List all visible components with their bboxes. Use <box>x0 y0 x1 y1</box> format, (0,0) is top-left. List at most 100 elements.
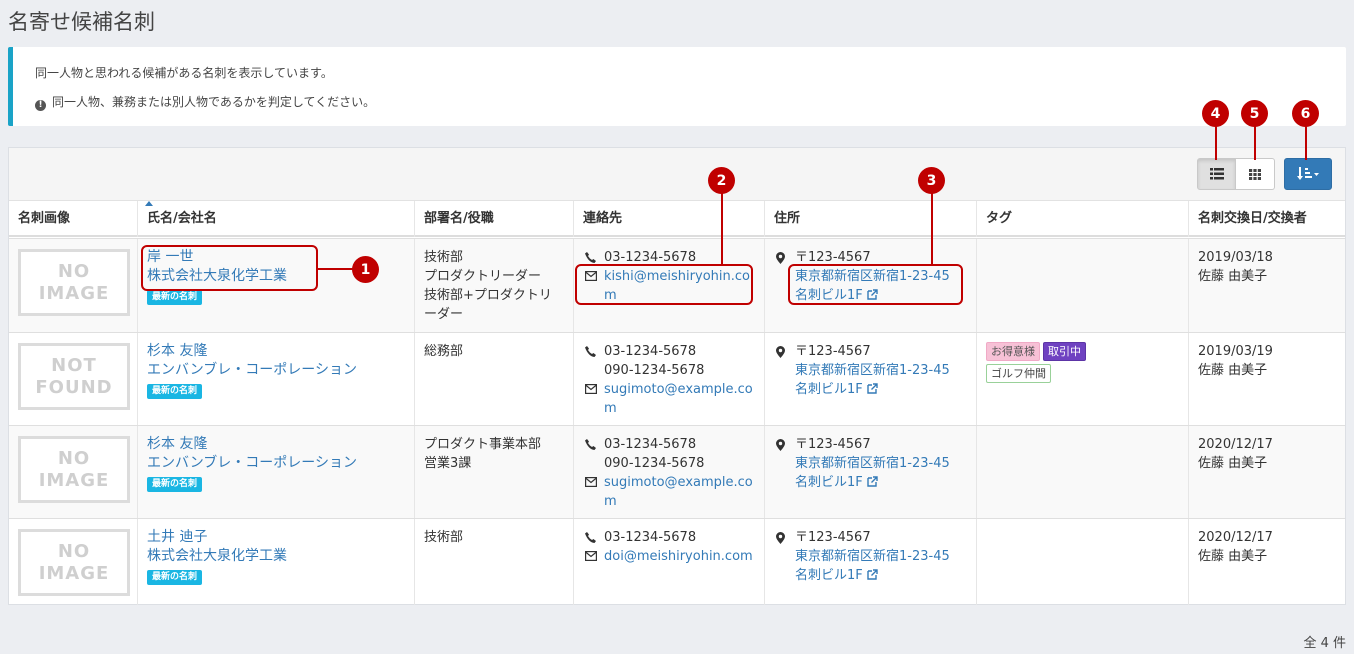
exclamation-icon: ! <box>35 100 46 111</box>
header-name[interactable]: 氏名/会社名 <box>137 201 414 237</box>
dept-line: 営業3課 <box>424 456 472 471</box>
dept-cell: 技術部 <box>414 519 573 605</box>
address-cell: 〒123-4567 東京都新宿区新宿1-23-45 名刺ビル1F <box>764 519 976 605</box>
company-name-link[interactable]: エンバンブレ・コーポレーション <box>147 454 414 473</box>
external-link-icon <box>867 383 878 394</box>
callout-connector <box>1305 124 1307 160</box>
callout-2: 2 <box>708 167 735 194</box>
total-count: 全 4 件 <box>1303 636 1346 651</box>
contact-cell: 03-1234-5678 090-1234-5678 sugimoto@examp… <box>573 426 764 518</box>
address-cell: 〒123-4567 東京都新宿区新宿1-23-45 名刺ビル1F <box>764 426 976 518</box>
tag-cell <box>976 426 1188 518</box>
address-map-link[interactable]: 東京都新宿区新宿1-23-45 名刺ビル1F <box>774 454 976 492</box>
info-warning-text: 同一人物、兼務または別人物であるかを判定してください。 <box>52 95 376 109</box>
no-image-placeholder[interactable]: NO IMAGE <box>18 529 130 596</box>
exchange-date: 2019/03/19 <box>1198 344 1273 359</box>
phone-icon <box>585 532 596 543</box>
grid-view-button[interactable] <box>1236 158 1275 190</box>
header-tag[interactable]: タグ <box>976 201 1188 237</box>
contact-cell: 03-1234-5678 doi@meishiryohin.com <box>573 519 764 605</box>
callout-1: 1 <box>352 256 379 283</box>
header-dept[interactable]: 部署名/役職 <box>414 201 573 237</box>
address-map-link[interactable]: 東京都新宿区新宿1-23-45 名刺ビル1F <box>774 547 976 585</box>
exchange-date: 2019/03/18 <box>1198 250 1273 265</box>
tag-cell: お得意様 取引中 ゴルフ仲間 <box>976 333 1188 425</box>
callout-6: 6 <box>1292 100 1319 127</box>
header-contact[interactable]: 連絡先 <box>573 201 764 237</box>
no-image-placeholder[interactable]: NO IMAGE <box>18 436 130 503</box>
tag-cell <box>976 239 1188 332</box>
header-exchange[interactable]: 名刺交換日/交換者 <box>1188 201 1347 237</box>
person-name-link[interactable]: 杉本 友隆 <box>147 435 414 454</box>
map-marker-icon <box>776 346 785 358</box>
phone-icon <box>585 439 596 450</box>
external-link-icon <box>867 569 878 580</box>
card-image-cell: NO IMAGE <box>9 239 137 332</box>
phone-line: 03-1234-5678 <box>583 528 764 547</box>
tag-golf[interactable]: ゴルフ仲間 <box>986 364 1051 383</box>
company-name-link[interactable]: エンバンブレ・コーポレーション <box>147 361 414 380</box>
latest-card-badge: 最新の名刺 <box>147 477 203 492</box>
exchange-date: 2020/12/17 <box>1198 530 1273 545</box>
dept-cell: 技術部 プロダクトリーダー 技術部+プロダクトリ ーダー <box>414 239 573 332</box>
callout-connector <box>721 191 723 264</box>
map-marker-icon <box>776 439 785 451</box>
email-line: sugimoto@example.co m <box>583 380 764 418</box>
callout-connector <box>318 268 356 270</box>
dept-line: 技術部 <box>424 250 464 265</box>
external-link-icon <box>867 476 878 487</box>
exchange-cell: 2019/03/19 佐藤 由美子 <box>1188 333 1347 425</box>
sort-dropdown-button[interactable] <box>1284 158 1332 190</box>
email-link[interactable]: sugimoto@example.co m <box>604 475 753 509</box>
map-marker-icon <box>776 252 785 264</box>
phone-icon <box>585 252 596 263</box>
tag-okuisama[interactable]: お得意様 <box>986 342 1040 361</box>
toolbar <box>9 148 1345 201</box>
highlight-address <box>788 264 963 305</box>
postal-line: 〒123-4567 <box>774 528 976 547</box>
results-panel: 名刺画像 氏名/会社名 部署名/役職 連絡先 住所 タグ 名刺交換日/交換者 N… <box>8 147 1346 605</box>
person-name-link[interactable]: 杉本 友隆 <box>147 342 414 361</box>
page-title: 名寄せ候補名刺 <box>8 10 155 34</box>
dept-line: 技術部+プロダクトリ <box>424 288 552 303</box>
table-header: 名刺画像 氏名/会社名 部署名/役職 連絡先 住所 タグ 名刺交換日/交換者 <box>9 201 1345 237</box>
contact-cell: 03-1234-5678 090-1234-5678 sugimoto@examp… <box>573 333 764 425</box>
sort-amount-icon <box>1297 167 1319 180</box>
exchange-person: 佐藤 由美子 <box>1198 456 1268 471</box>
email-link[interactable]: sugimoto@example.co m <box>604 382 753 416</box>
latest-card-badge: 最新の名刺 <box>147 290 203 305</box>
person-name-link[interactable]: 土井 迪子 <box>147 528 414 547</box>
not-found-placeholder[interactable]: NOT FOUND <box>18 343 130 410</box>
info-alert: 同一人物と思われる候補がある名刺を表示しています。 ! 同一人物、兼務または別人物… <box>8 47 1346 126</box>
dept-line: プロダクト事業本部 <box>424 437 542 452</box>
email-link[interactable]: doi@meishiryohin.com <box>604 549 753 564</box>
exchange-cell: 2020/12/17 佐藤 由美子 <box>1188 519 1347 605</box>
envelope-icon <box>585 477 597 487</box>
callout-4: 4 <box>1202 100 1229 127</box>
table-row: NO IMAGE 土井 迪子 株式会社大泉化学工業 最新の名刺 技術部 03-12… <box>9 518 1345 605</box>
tag-torihikichu[interactable]: 取引中 <box>1043 342 1086 361</box>
list-view-button[interactable] <box>1197 158 1236 190</box>
map-marker-icon <box>776 532 785 544</box>
grid-icon <box>1249 168 1261 180</box>
view-toggle-group <box>1197 158 1275 190</box>
callout-connector <box>1254 124 1256 160</box>
phone-icon <box>585 346 596 357</box>
postal-line: 〒123-4567 <box>774 435 976 454</box>
name-cell: 杉本 友隆 エンバンブレ・コーポレーション 最新の名刺 <box>137 426 414 518</box>
table-row: NO IMAGE 杉本 友隆 エンバンブレ・コーポレーション 最新の名刺 プロダク… <box>9 425 1345 518</box>
list-icon <box>1209 168 1224 180</box>
callout-connector <box>931 191 933 264</box>
email-line: doi@meishiryohin.com <box>583 547 764 566</box>
table-row: NOT FOUND 杉本 友隆 エンバンブレ・コーポレーション 最新の名刺 総務部… <box>9 332 1345 425</box>
tag-cell <box>976 519 1188 605</box>
header-address[interactable]: 住所 <box>764 201 976 237</box>
phone-line: 03-1234-5678 090-1234-5678 <box>583 342 764 380</box>
company-name-link[interactable]: 株式会社大泉化学工業 <box>147 547 414 566</box>
no-image-placeholder[interactable]: NO IMAGE <box>18 249 130 316</box>
name-cell: 杉本 友隆 エンバンブレ・コーポレーション 最新の名刺 <box>137 333 414 425</box>
address-map-link[interactable]: 東京都新宿区新宿1-23-45 名刺ビル1F <box>774 361 976 399</box>
exchange-person: 佐藤 由美子 <box>1198 363 1268 378</box>
header-image[interactable]: 名刺画像 <box>9 201 137 237</box>
latest-card-badge: 最新の名刺 <box>147 384 203 399</box>
